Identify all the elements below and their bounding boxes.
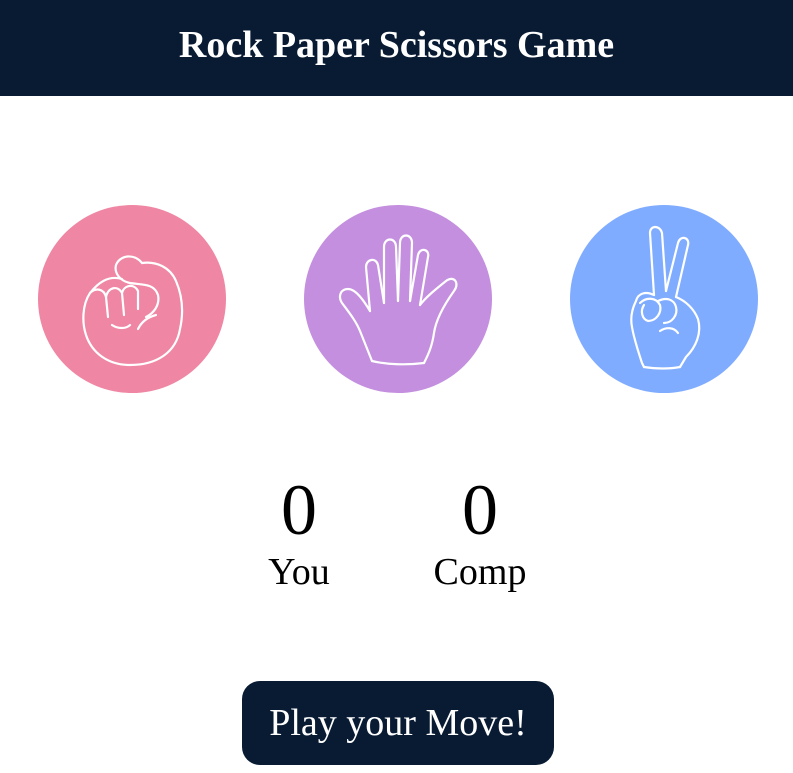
user-score-value: 0 bbox=[281, 470, 317, 550]
message-banner: Play your Move! bbox=[242, 681, 554, 765]
choice-scissors-button[interactable] bbox=[570, 205, 758, 393]
header-bar: Rock Paper Scissors Game bbox=[0, 0, 793, 96]
peace-sign-icon bbox=[630, 225, 701, 370]
choice-rock-button[interactable] bbox=[38, 205, 226, 393]
open-hand-icon bbox=[338, 234, 458, 366]
user-score-label: You bbox=[268, 551, 330, 593]
comp-score-panel: 0 Comp bbox=[400, 470, 560, 594]
page-title: Rock Paper Scissors Game bbox=[178, 24, 615, 66]
user-score-panel: 0 You bbox=[219, 470, 379, 594]
fist-icon bbox=[82, 255, 184, 367]
comp-score-value: 0 bbox=[462, 470, 498, 550]
choice-paper-button[interactable] bbox=[304, 205, 492, 393]
comp-score-label: Comp bbox=[433, 551, 527, 593]
